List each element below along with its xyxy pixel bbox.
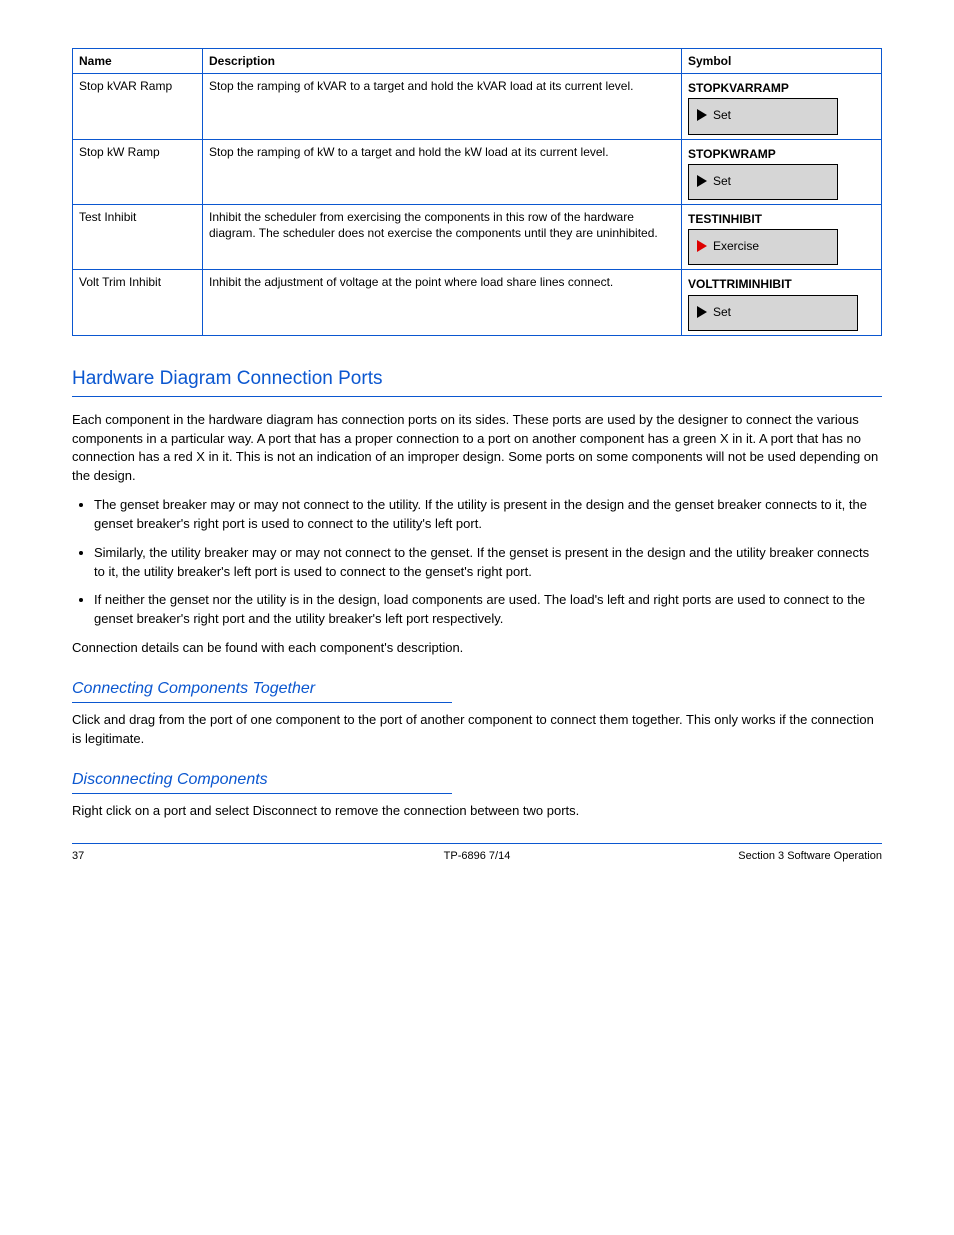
symbol-box: Exercise xyxy=(688,229,838,265)
symbol-title: STOPKWRAMP xyxy=(688,146,875,162)
cell-name: Volt Trim Inhibit xyxy=(73,270,203,335)
cell-description: Stop the ramping of kW to a target and h… xyxy=(203,139,682,204)
play-icon xyxy=(697,306,707,318)
symbol-box: Set xyxy=(688,98,838,134)
list-item: If neither the genset nor the utility is… xyxy=(94,591,882,629)
page-footer: 37 TP-6896 7/14 Section 3 Software Opera… xyxy=(72,850,882,862)
list-item: The genset breaker may or may not connec… xyxy=(94,496,882,534)
cell-description: Inhibit the adjustment of voltage at the… xyxy=(203,270,682,335)
intro-paragraph: Each component in the hardware diagram h… xyxy=(72,411,882,486)
cell-description: Stop the ramping of kVAR to a target and… xyxy=(203,74,682,139)
subsection-rule xyxy=(72,702,452,703)
cell-description: Inhibit the scheduler from exercising th… xyxy=(203,204,682,269)
cell-name: Test Inhibit xyxy=(73,204,203,269)
table-row: Stop kVAR RampStop the ramping of kVAR t… xyxy=(73,74,882,139)
play-icon xyxy=(697,175,707,187)
footer-rule xyxy=(72,843,882,844)
subsection-disconnecting-heading: Disconnecting Components xyxy=(72,771,882,789)
table-header-symbol: Symbol xyxy=(682,49,882,74)
connection-details-note: Connection details can be found with eac… xyxy=(72,639,882,658)
symbol-label: Set xyxy=(713,304,731,320)
symbol-title: VOLTTRIMINHIBIT xyxy=(688,276,875,292)
section-rule xyxy=(72,396,882,397)
cell-symbol: STOPKWRAMP Set xyxy=(682,139,882,204)
connecting-body: Click and drag from the port of one comp… xyxy=(72,711,882,749)
symbol-label: Exercise xyxy=(713,238,759,254)
symbol-label: Set xyxy=(713,173,731,189)
cases-list: The genset breaker may or may not connec… xyxy=(72,496,882,629)
cell-symbol: STOPKVARRAMP Set xyxy=(682,74,882,139)
symbol-box: Set xyxy=(688,295,858,331)
section-heading: Hardware Diagram Connection Ports xyxy=(72,368,882,390)
play-icon xyxy=(697,240,707,252)
subsection-rule xyxy=(72,793,452,794)
footer-doc-id: TP-6896 7/14 xyxy=(342,850,612,862)
subsection-connecting-heading: Connecting Components Together xyxy=(72,680,882,698)
disconnecting-body: Right click on a port and select Disconn… xyxy=(72,802,882,821)
footer-section-label: Section 3 Software Operation xyxy=(612,850,882,862)
cell-symbol: VOLTTRIMINHIBIT Set xyxy=(682,270,882,335)
table-header-name: Name xyxy=(73,49,203,74)
footer-page-number: 37 xyxy=(72,850,342,862)
hardware-signals-table: Name Description Symbol Stop kVAR RampSt… xyxy=(72,48,882,336)
symbol-label: Set xyxy=(713,107,731,123)
symbol-title: TESTINHIBIT xyxy=(688,211,875,227)
list-item: Similarly, the utility breaker may or ma… xyxy=(94,544,882,582)
cell-symbol: TESTINHIBIT Exercise xyxy=(682,204,882,269)
cell-name: Stop kW Ramp xyxy=(73,139,203,204)
table-row: Test InhibitInhibit the scheduler from e… xyxy=(73,204,882,269)
table-header-description: Description xyxy=(203,49,682,74)
symbol-box: Set xyxy=(688,164,838,200)
play-icon xyxy=(697,109,707,121)
cell-name: Stop kVAR Ramp xyxy=(73,74,203,139)
symbol-title: STOPKVARRAMP xyxy=(688,80,875,96)
table-row: Volt Trim InhibitInhibit the adjustment … xyxy=(73,270,882,335)
table-row: Stop kW RampStop the ramping of kW to a … xyxy=(73,139,882,204)
